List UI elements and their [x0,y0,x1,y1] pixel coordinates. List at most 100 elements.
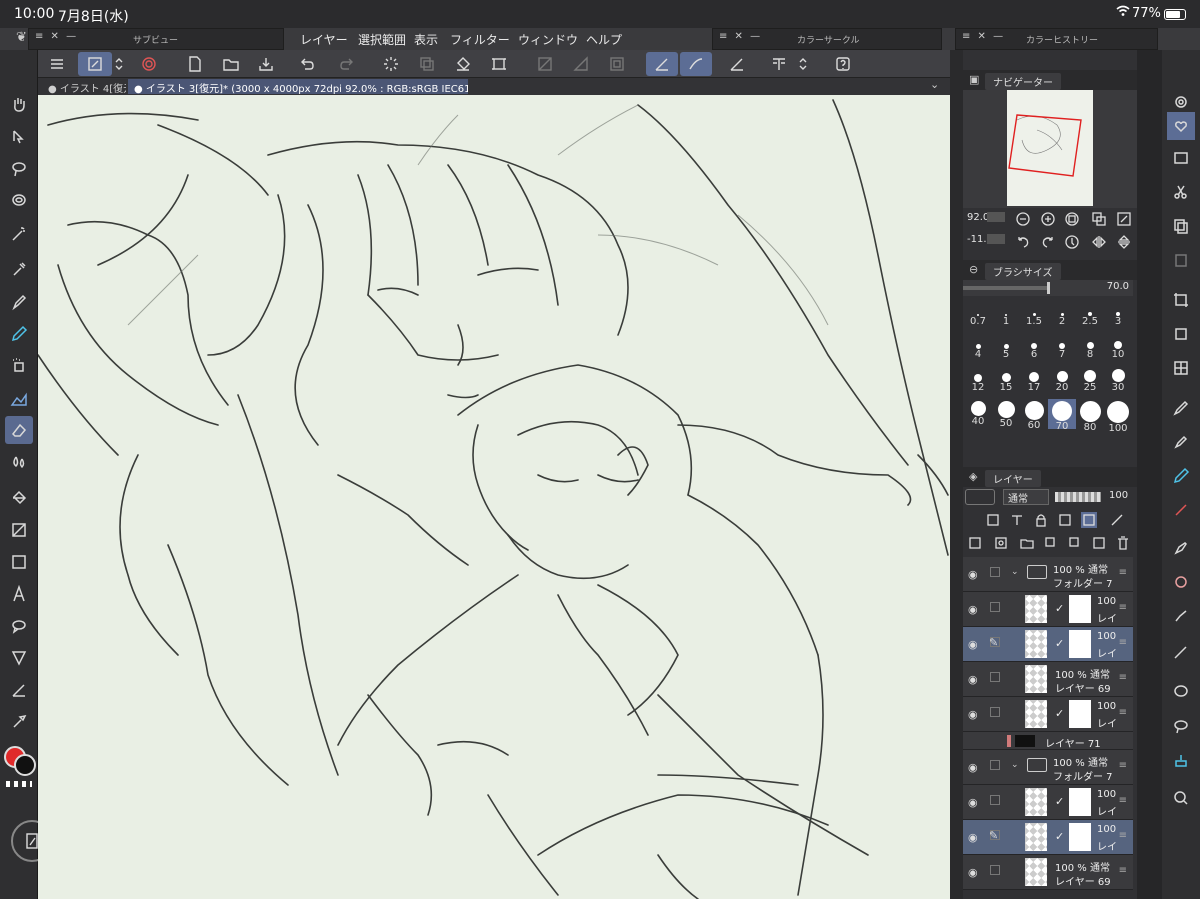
transform-icon[interactable] [486,52,512,76]
figure-icon[interactable] [5,548,33,576]
layer-row[interactable]: ◉ ✓ 100 レイ ≡ [963,785,1133,820]
undo-icon[interactable] [294,52,320,76]
layer-color-button[interactable] [965,489,995,505]
new-canvas-icon[interactable] [78,52,112,76]
brush-size-option[interactable]: 30 [1104,366,1132,396]
brush-size-option[interactable]: 7 [1048,333,1076,363]
color-circle-panel-tab[interactable]: ≡ ✕ — カラーサークル [712,28,942,50]
brush-size-option[interactable]: 20 [1048,366,1076,396]
transparent-color-swatch[interactable] [6,781,32,787]
app-logo-icon[interactable]: ❦ [16,30,27,45]
layer-checkbox[interactable] [990,795,1000,805]
layer-checkbox[interactable] [990,760,1000,770]
lasso-icon[interactable] [5,155,33,183]
trash-icon[interactable] [1115,535,1131,551]
settings-icon[interactable] [136,52,162,76]
zoom-in-icon[interactable] [1040,211,1056,227]
crop-icon[interactable] [1167,286,1195,314]
eraser-icon[interactable] [5,416,33,444]
sub-color-swatch[interactable] [14,754,36,776]
panel-window-controls[interactable]: ≡ ✕ — [962,31,1005,42]
drawing-canvas[interactable] [38,95,950,899]
brush-size-option[interactable]: 10 [1104,333,1132,363]
fit-window-icon[interactable] [1091,211,1107,227]
brush-size-option[interactable]: 100 [1104,399,1132,434]
new-raster-layer-icon[interactable] [967,535,983,551]
copy-icon[interactable] [414,52,440,76]
navigator-header[interactable]: ▣ ナビゲーター [963,70,1137,90]
fill-bucket-icon[interactable] [450,52,476,76]
layer-drag-handle-icon[interactable]: ≡ [1119,567,1127,578]
deselect-icon[interactable] [532,52,558,76]
layer-drag-handle-icon[interactable]: ≡ [1119,672,1127,683]
eyedropper-icon[interactable] [5,255,33,283]
correct-line-icon[interactable] [5,676,33,704]
g-pen-icon[interactable] [1167,394,1195,422]
rotate-right-icon[interactable] [1040,234,1056,250]
panel-window-controls[interactable]: ≡ ✕ — [35,31,78,42]
layer-row[interactable]: ◉ ✓ 100 レイ ✎ ≡ [963,627,1133,662]
doc-tab-illust-3[interactable]: ● イラスト 3[復元]* (3000 x 4000px 72dpi 92.0%… [128,79,468,94]
save-icon[interactable] [253,52,279,76]
eye-icon[interactable]: ◉ [968,866,978,879]
brush-size-option[interactable]: 4 [964,333,992,363]
blend-mode-select[interactable]: 通常 [1003,489,1049,505]
selection-lasso-icon[interactable] [1167,712,1195,740]
new-folder-icon[interactable] [1019,535,1035,551]
panel-dock-handle[interactable] [950,50,963,899]
navigator-thumbnail[interactable] [1007,90,1093,206]
layer-checkbox[interactable] [990,707,1000,717]
doc-tab-illust-4[interactable]: ● イラスト 4[復元 [42,79,126,94]
flip-horizontal-icon[interactable] [1091,234,1107,250]
search-tool-icon[interactable] [1167,784,1195,812]
decoration-icon[interactable] [5,385,33,413]
layer-mask-thumbnail[interactable] [1069,595,1091,623]
layer-row[interactable]: ◉ ✓ 100 レイ ≡ [963,697,1133,732]
menu-layer[interactable]: レイヤー [300,31,348,48]
redo-icon[interactable] [334,52,360,76]
menu-filter[interactable]: フィルター [450,31,510,48]
menu-view[interactable]: 表示 [414,31,438,48]
lock-alpha-icon[interactable] [1057,512,1073,528]
mask-display-icon[interactable] [1109,512,1125,528]
eye-icon[interactable]: ◉ [968,638,978,651]
dip-pen-icon[interactable] [1167,428,1195,456]
auto-select-icon[interactable] [5,187,33,215]
fit-navigator-icon[interactable] [1116,211,1132,227]
eye-icon[interactable]: ◉ [968,796,978,809]
panel-window-controls[interactable]: ≡ ✕ — [719,31,762,42]
blend-icon[interactable] [5,448,33,476]
chevron-down-icon[interactable]: ⌄ [1011,760,1019,770]
scale-icon[interactable] [1167,320,1195,348]
brush-size-option[interactable]: 60 [1020,399,1048,431]
brush-size-option[interactable]: 1.5 [1020,300,1048,330]
zoom-slider[interactable] [987,212,1005,222]
chevron-down-icon[interactable]: ⌄ [1011,567,1019,577]
color-history-panel-tab[interactable]: ≡ ✕ — カラーヒストリー [955,28,1158,50]
merge-down-icon[interactable] [1043,535,1059,551]
layer-drag-handle-icon[interactable]: ≡ [1119,602,1127,613]
sign-pen-icon[interactable] [1167,602,1195,630]
object-select-icon[interactable] [5,123,33,151]
ref-layer-icon[interactable] [1009,512,1025,528]
favorite-icon[interactable] [1167,112,1195,140]
brush-size-option[interactable]: 50 [992,399,1020,429]
layer-row[interactable]: ◉ ⌄ 100 % 通常 フォルダー 7 ≡ [963,557,1133,592]
invert-selection-icon[interactable] [568,52,594,76]
snap-grid-icon[interactable] [724,52,750,76]
layer-header[interactable]: ◈ レイヤー [963,467,1137,487]
layer-drag-handle-icon[interactable]: ≡ [1119,865,1127,876]
brush-size-option[interactable]: 6 [1020,333,1048,363]
pencil-icon[interactable] [5,320,33,348]
scissors-icon[interactable] [1167,178,1195,206]
brush-size-slider[interactable]: 70.0 [963,280,1133,296]
marker-icon[interactable] [1167,496,1195,524]
layer-row[interactable]: ◉ 100 % 通常 レイヤー 69 ≡ [963,855,1133,890]
help-icon[interactable] [830,52,856,76]
fill-icon[interactable] [5,484,33,512]
opacity-slider[interactable] [1055,492,1101,502]
menu-selection[interactable]: 選択範囲 [358,31,406,48]
brush-size-option[interactable]: 25 [1076,366,1104,396]
lasso-fill-icon[interactable] [1167,678,1195,706]
new-file-icon[interactable] [182,52,208,76]
